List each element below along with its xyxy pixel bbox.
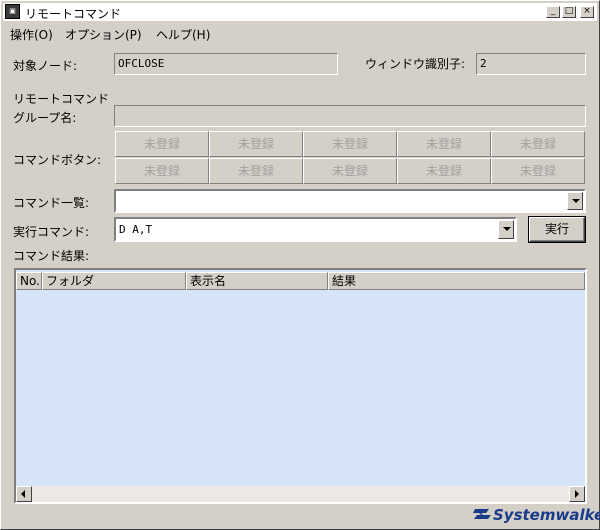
maximize-button[interactable]: □ (562, 6, 576, 18)
command-button-5[interactable]: 未登録 (491, 131, 585, 157)
results-label: コマンド結果: (13, 249, 90, 263)
command-button-10[interactable]: 未登録 (491, 158, 585, 184)
systemwalker-logo-icon (473, 509, 491, 519)
command-button-7[interactable]: 未登録 (209, 158, 303, 184)
remote-command-window: ▣ リモートコマンド _ □ × 操作(O) オプション(P) ヘルプ(H) 対… (0, 0, 600, 530)
command-button-6[interactable]: 未登録 (115, 158, 209, 184)
command-buttons-label: コマンドボタン: (13, 153, 102, 167)
column-header-display-name[interactable]: 表示名 (186, 272, 328, 290)
exec-command-combo[interactable]: D A,T (114, 217, 517, 242)
window-id-value: 2 (480, 57, 487, 70)
target-node-label: 対象ノード: (13, 59, 78, 73)
horizontal-scrollbar[interactable] (16, 486, 585, 502)
systemwalker-logo: Systemwalker (473, 505, 600, 527)
remote-group-label-line2: グループ名: (13, 111, 77, 125)
column-header-result[interactable]: 結果 (328, 272, 585, 290)
command-list-combo[interactable] (114, 189, 586, 213)
scroll-left-icon[interactable] (16, 486, 32, 502)
chevron-down-icon[interactable] (498, 220, 514, 239)
menu-option[interactable]: オプション(P) (65, 26, 142, 43)
menu-operation[interactable]: 操作(O) (10, 26, 53, 43)
menu-help[interactable]: ヘルプ(H) (156, 26, 210, 43)
exec-command-value: D A,T (119, 223, 153, 236)
window-id-label: ウィンドウ識別子: (365, 57, 466, 71)
command-button-2[interactable]: 未登録 (209, 131, 303, 157)
command-button-8[interactable]: 未登録 (303, 158, 397, 184)
column-header-no[interactable]: No. (16, 272, 42, 290)
command-button-3[interactable]: 未登録 (303, 131, 397, 157)
command-button-9[interactable]: 未登録 (397, 158, 491, 184)
target-node-value: OFCLOSE (118, 57, 165, 70)
command-button-1[interactable]: 未登録 (115, 131, 209, 157)
systemwalker-logo-text: Systemwalker (493, 506, 600, 524)
remote-group-field (114, 105, 586, 127)
window-title: リモートコマンド (25, 7, 122, 21)
scroll-right-icon[interactable] (569, 486, 585, 502)
remote-group-label-line1: リモートコマンド (13, 92, 110, 106)
window-id-field: 2 (476, 53, 586, 75)
minimize-button[interactable]: _ (546, 6, 560, 18)
command-list-label: コマンド一覧: (13, 196, 90, 210)
command-button-4[interactable]: 未登録 (397, 131, 491, 157)
app-icon: ▣ (5, 4, 20, 19)
chevron-down-icon[interactable] (567, 192, 583, 210)
title-bar[interactable]: ▣ リモートコマンド _ □ × (3, 3, 597, 21)
results-list[interactable]: No. フォルダ 表示名 結果 (14, 268, 587, 504)
target-node-field: OFCLOSE (114, 53, 338, 75)
column-header-folder[interactable]: フォルダ (42, 272, 186, 290)
execute-button[interactable]: 実行 (529, 217, 585, 242)
exec-command-label: 実行コマンド: (13, 225, 90, 239)
close-button[interactable]: × (580, 6, 594, 18)
